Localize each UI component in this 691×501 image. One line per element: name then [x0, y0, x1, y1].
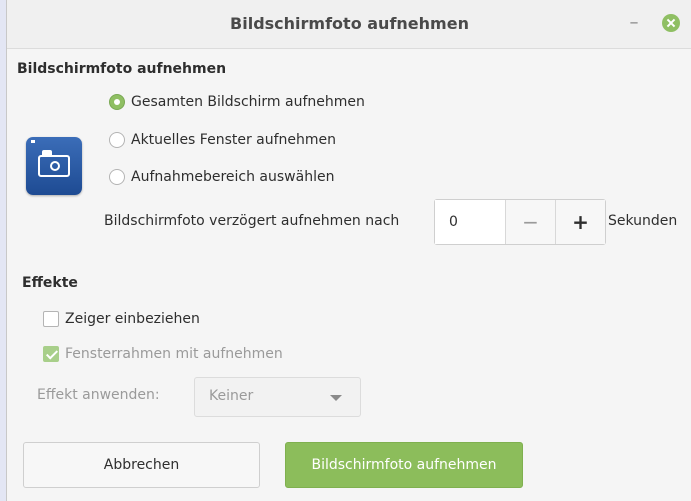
- window-title: Bildschirmfoto aufnehmen: [230, 14, 469, 33]
- screenshot-dialog: Bildschirmfoto aufnehmen – Bildschirmfot…: [6, 0, 691, 501]
- effects-section-title: Effekte: [22, 275, 78, 291]
- radio-select-area[interactable]: Aufnahmebereich auswählen: [109, 167, 334, 187]
- chevron-down-icon: [330, 395, 342, 401]
- radio-label-whole-screen: Gesamten Bildschirm aufnehmen: [131, 94, 365, 110]
- apply-effect-value: Keiner: [209, 388, 254, 404]
- title-bar[interactable]: Bildschirmfoto aufnehmen –: [7, 0, 691, 49]
- radio-current-window[interactable]: Aktuelles Fenster aufnehmen: [109, 130, 336, 150]
- radio-label-select-area: Aufnahmebereich auswählen: [131, 169, 335, 185]
- delay-stepper[interactable]: − +: [434, 199, 606, 245]
- checkbox-label-border: Fensterrahmen mit aufnehmen: [65, 346, 283, 362]
- checkbox-include-pointer[interactable]: Zeiger einbeziehen: [43, 309, 200, 329]
- checkbox-include-border: Fensterrahmen mit aufnehmen: [43, 344, 283, 364]
- checkbox[interactable]: [43, 311, 59, 327]
- increment-button[interactable]: +: [555, 200, 605, 244]
- camera-icon: [26, 137, 82, 195]
- close-icon[interactable]: [662, 14, 680, 32]
- radio-button[interactable]: [109, 132, 125, 148]
- apply-effect-label: Effekt anwenden:: [37, 387, 160, 403]
- radio-button[interactable]: [109, 169, 125, 185]
- delay-label: Bildschirmfoto verzögert aufnehmen nach: [104, 213, 400, 229]
- radio-label-current-window: Aktuelles Fenster aufnehmen: [131, 132, 337, 148]
- delay-input[interactable]: [435, 200, 505, 244]
- checkbox-checked-disabled: [43, 346, 59, 362]
- delay-unit: Sekunden: [608, 213, 678, 229]
- apply-effect-dropdown: Keiner: [194, 377, 361, 417]
- checkbox-label-pointer: Zeiger einbeziehen: [65, 311, 200, 327]
- decrement-button[interactable]: −: [505, 200, 555, 244]
- capture-section-title: Bildschirmfoto aufnehmen: [17, 61, 227, 77]
- take-screenshot-button[interactable]: Bildschirmfoto aufnehmen: [285, 442, 523, 488]
- radio-whole-screen[interactable]: Gesamten Bildschirm aufnehmen: [109, 92, 365, 112]
- minimize-button[interactable]: –: [627, 11, 641, 35]
- radio-button-selected[interactable]: [109, 94, 125, 110]
- cancel-button[interactable]: Abbrechen: [23, 442, 260, 488]
